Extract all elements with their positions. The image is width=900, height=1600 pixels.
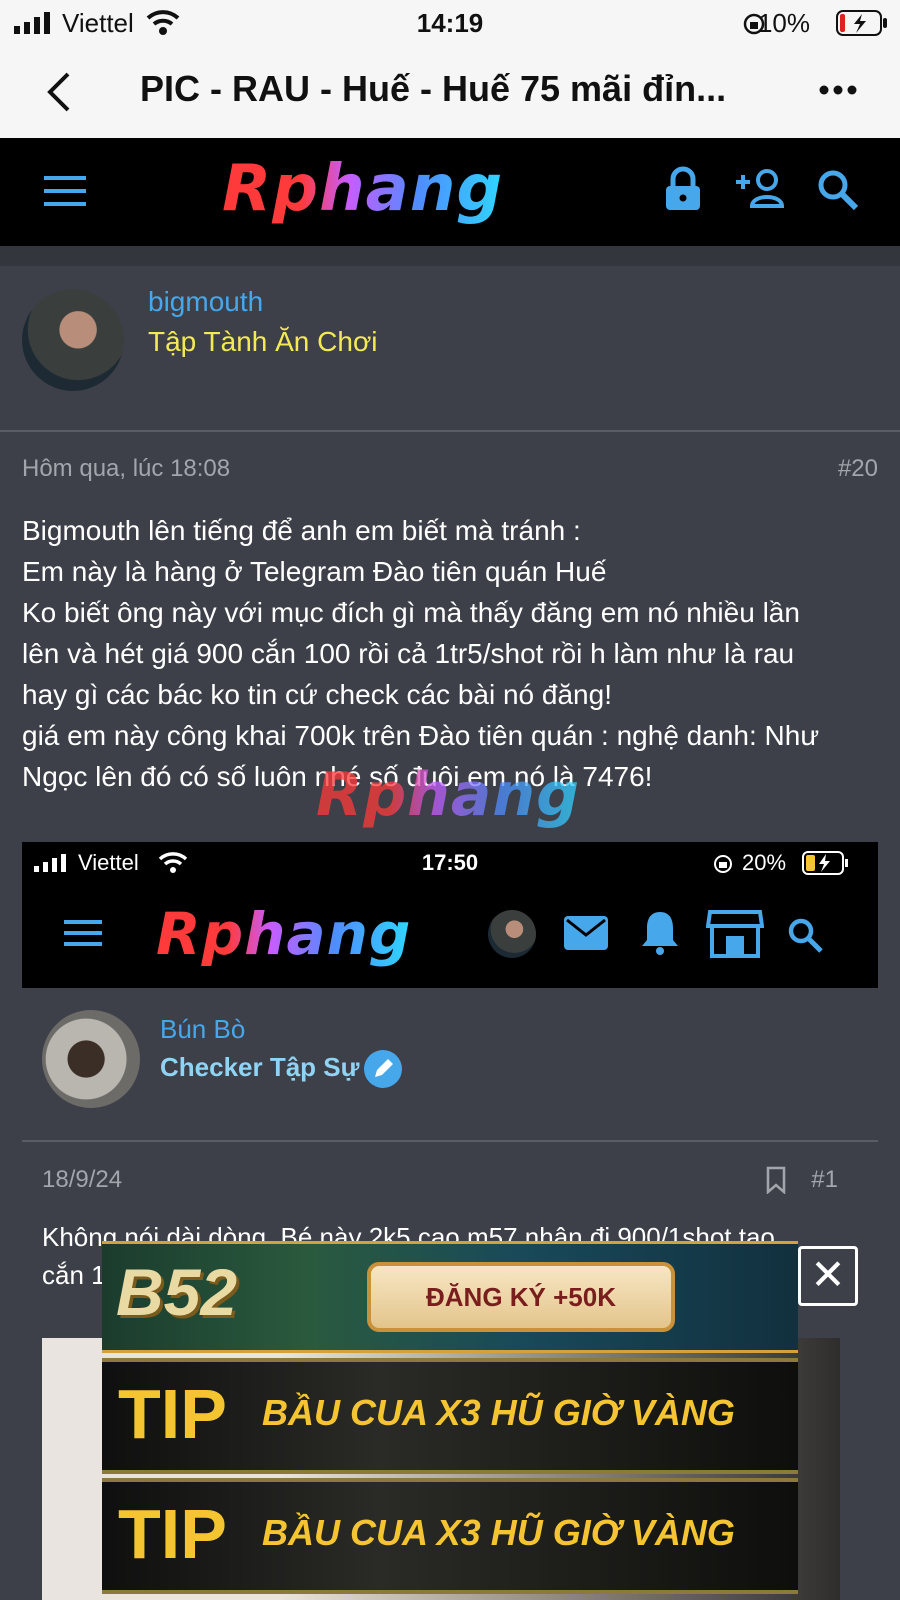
embed-site-logo: Rphang — [156, 900, 412, 968]
store-icon — [706, 910, 764, 958]
browser-bar: PIC - RAU - Huế - Huế 75 mãi đỉn... — [0, 46, 900, 139]
post-line: hay gì các bác ko tin cứ check các bài n… — [22, 679, 612, 710]
menu-icon — [64, 920, 102, 946]
avatar — [488, 910, 536, 958]
post-line: lên và hét giá 900 cắn 100 rồi cả 1tr5/s… — [22, 638, 795, 669]
menu-icon[interactable] — [44, 174, 86, 208]
post-line: Em này là hàng ở Telegram Đào tiên quán … — [22, 556, 607, 587]
post-author: bigmouth Tập Tành Ăn Chơi — [0, 266, 900, 432]
ad-tip-slogan: BẦU CUA X3 HŨ GIỜ VÀNG — [262, 1392, 735, 1433]
bell-icon — [642, 912, 678, 955]
battery-icon — [802, 851, 848, 875]
ad-banner-tip-2[interactable]: TIP BẦU CUA X3 HŨ GIỜ VÀNG — [102, 1478, 798, 1594]
site-header: Rphang — [0, 138, 900, 246]
add-user-icon[interactable] — [736, 168, 786, 208]
watermark-logo: Rphang — [316, 760, 581, 830]
checker-badge-icon — [364, 1050, 402, 1088]
ad-banner-tip-1[interactable]: TIP BẦU CUA X3 HŨ GIỜ VÀNG — [102, 1358, 798, 1474]
page-title: PIC - RAU - Huế - Huế 75 mãi đỉn... — [140, 68, 727, 109]
embed-post-author: Bún Bò Checker Tập Sự — [22, 988, 878, 1142]
ad-tip-logo: TIP — [118, 1495, 227, 1573]
search-icon — [788, 918, 823, 953]
orientation-lock-icon — [714, 855, 732, 873]
more-options-icon[interactable] — [818, 84, 858, 96]
ad-b52-logo: B52 — [116, 1255, 238, 1329]
avatar — [42, 1010, 140, 1108]
embed-site-header: Rphang — [22, 884, 878, 988]
battery-percent: 10% — [757, 8, 810, 38]
battery-icon — [836, 10, 887, 36]
author-title: Tập Tành Ăn Chơi — [148, 326, 378, 357]
post-timestamp[interactable]: Hôm qua, lúc 18:08 — [22, 455, 230, 482]
embed-post-number: #1 — [811, 1166, 838, 1193]
ad-close-button[interactable]: ✕ — [798, 1246, 858, 1306]
back-icon[interactable] — [44, 72, 74, 112]
post-line: giá em này công khai 700k trên Đào tiên … — [22, 720, 820, 751]
post-meta: Hôm qua, lúc 18:08 #20 — [22, 455, 878, 483]
embed-post-date: 18/9/24 — [42, 1166, 123, 1193]
ad-b52-cta[interactable]: ĐĂNG KÝ +50K — [367, 1262, 675, 1332]
lock-icon[interactable] — [664, 166, 702, 212]
ad-banner-b52[interactable]: B52 ĐĂNG KÝ +50K — [102, 1241, 798, 1353]
post-number[interactable]: #20 — [838, 455, 878, 483]
post-body: Bigmouth lên tiếng để anh em biết mà trá… — [22, 510, 882, 797]
header-divider — [0, 246, 900, 266]
author-username[interactable]: bigmouth — [148, 286, 263, 318]
post-line: Ko biết ông này với mục đích gì mà thấy … — [22, 597, 800, 628]
site-logo[interactable]: Rphang — [222, 152, 503, 226]
mail-icon — [564, 916, 608, 950]
search-icon[interactable] — [816, 168, 860, 212]
ad-tip-logo: TIP — [118, 1375, 227, 1453]
embed-author-username: Bún Bò — [160, 1014, 246, 1044]
status-bar: Viettel 14:19 10% — [0, 0, 900, 46]
embed-author-title: Checker Tập Sự — [160, 1052, 360, 1082]
embed-battery-percent: 20% — [742, 850, 787, 875]
avatar[interactable] — [22, 289, 124, 391]
bookmark-icon — [766, 1166, 786, 1194]
post-line: Bigmouth lên tiếng để anh em biết mà trá… — [22, 515, 581, 546]
embed-post-meta: 18/9/24 #1 — [42, 1166, 838, 1194]
ad-tip-slogan: BẦU CUA X3 HŨ GIỜ VÀNG — [262, 1512, 735, 1553]
embed-status-bar: Viettel 17:50 20% — [22, 842, 878, 884]
